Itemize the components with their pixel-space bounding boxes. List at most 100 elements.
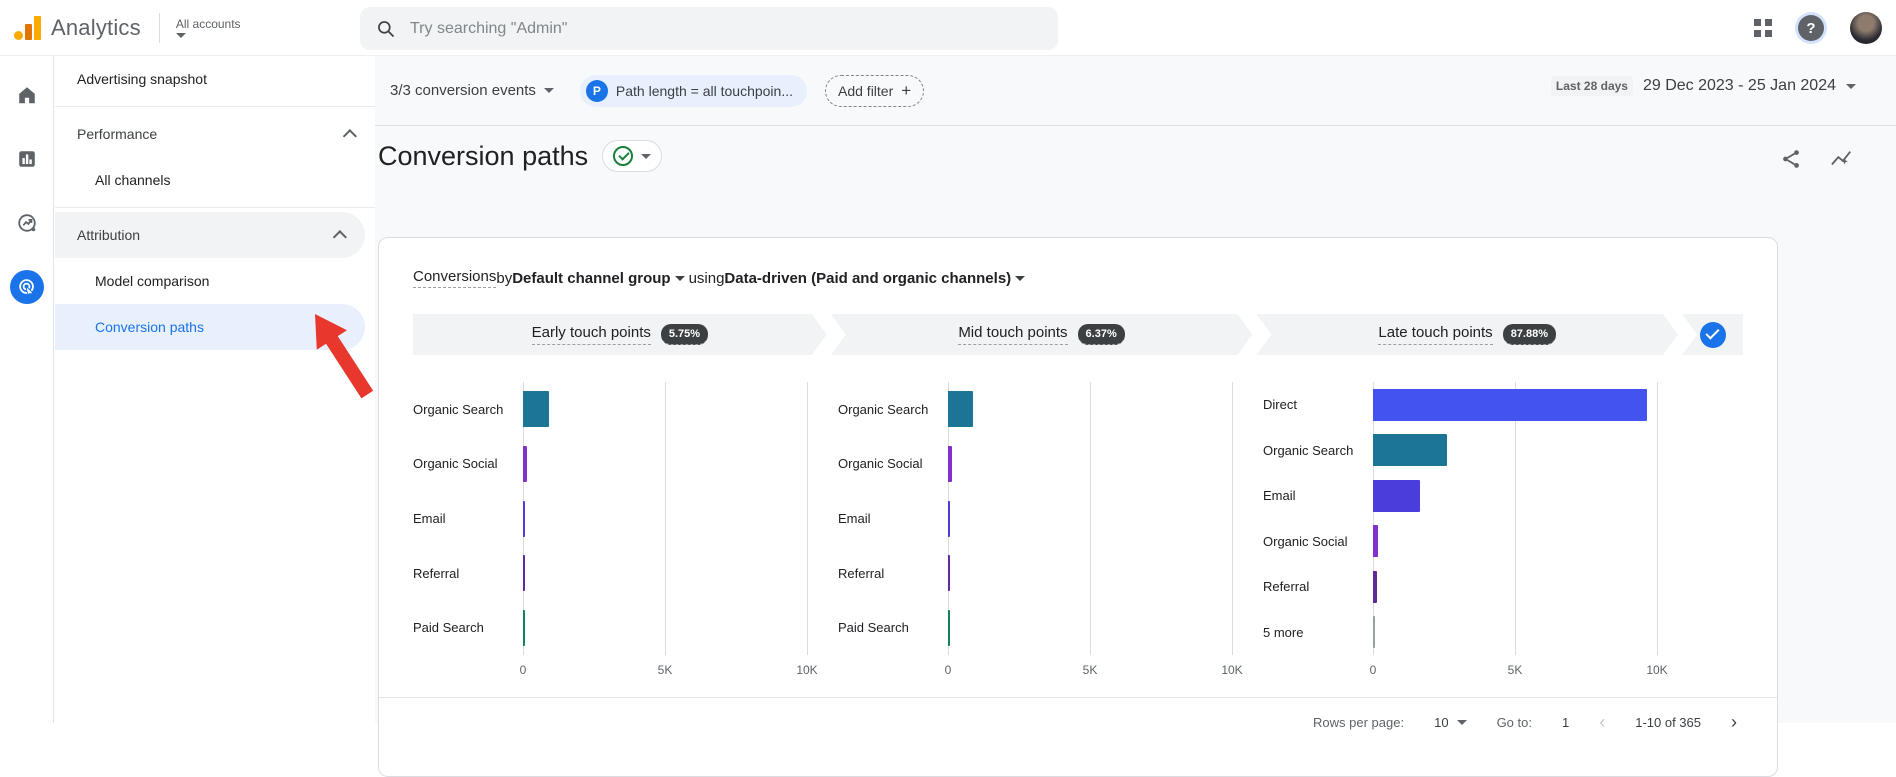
date-range-value: 29 Dec 2023 - 25 Jan 2024 <box>1642 77 1836 94</box>
date-range-picker[interactable]: Last 28 days 29 Dec 2023 - 25 Jan 2024 <box>1550 76 1856 96</box>
bar-organic-social[interactable] <box>948 445 952 482</box>
funnel-select-segment[interactable] <box>1682 314 1744 355</box>
chevron-up-icon <box>342 129 357 144</box>
chevron-down-icon <box>674 275 685 281</box>
sidebar-section-performance[interactable]: Performance <box>55 111 375 157</box>
bar-organic-search[interactable] <box>1373 434 1447 467</box>
bar-email[interactable] <box>523 500 525 537</box>
divider <box>55 207 375 208</box>
reports-icon[interactable] <box>10 142 44 176</box>
chart-category-label: Email <box>838 510 871 526</box>
gridline <box>1373 382 1374 655</box>
chevron-down-icon <box>1015 275 1026 281</box>
mid-touch-points-chart: Organic Search Organic Social Email Referra… <box>838 382 1243 681</box>
mid-touch-points-segment[interactable]: Mid touch points 6.37% <box>831 314 1253 355</box>
x-tick-label: 10K <box>1221 663 1243 677</box>
conversion-events-dropdown[interactable]: 3/3 conversion events <box>390 82 554 99</box>
explore-icon[interactable] <box>10 206 44 240</box>
sidebar: Advertising snapshot Performance All cha… <box>55 56 375 723</box>
avatar[interactable] <box>1850 12 1882 44</box>
bar-referral[interactable] <box>948 555 950 592</box>
bar-referral[interactable] <box>523 555 525 592</box>
search-icon <box>378 20 395 37</box>
bar-organic-search[interactable] <box>948 391 973 428</box>
insights-icon[interactable] <box>1830 148 1854 170</box>
pagination-bar: Rows per page: 10 Go to: 1 ‹ 1-10 of 365… <box>379 698 1777 733</box>
segment-label: Mid touch points <box>958 324 1067 345</box>
x-tick-label: 5K <box>657 663 673 677</box>
help-icon[interactable]: ? <box>1798 15 1824 41</box>
divider <box>158 12 160 43</box>
filter-bar: 3/3 conversion events P Path length = al… <box>375 56 1896 126</box>
google-apps-icon[interactable] <box>1754 19 1772 37</box>
touch-point-funnel: Early touch points 5.75% Mid touch point… <box>413 314 1744 355</box>
main-content: 3/3 conversion events P Path length = al… <box>375 56 1896 777</box>
path-length-chip-icon: P <box>585 79 608 102</box>
chevron-down-icon <box>543 88 554 93</box>
left-icon-rail <box>0 56 54 723</box>
account-label: All accounts <box>175 17 241 31</box>
chevron-up-icon <box>332 230 347 245</box>
bar-paid-search[interactable] <box>948 609 950 646</box>
bar-email[interactable] <box>1373 479 1420 512</box>
date-preset-badge: Last 28 days <box>1550 76 1633 96</box>
plus-icon: + <box>901 80 912 100</box>
chevron-down-icon <box>641 153 652 159</box>
sidebar-item-all-channels[interactable]: All channels <box>55 157 375 203</box>
early-touch-points-segment[interactable]: Early touch points 5.75% <box>413 314 827 355</box>
chart-category-label: Paid Search <box>413 620 484 636</box>
segment-label: Early touch points <box>532 324 651 345</box>
conversion-events-label: 3/3 conversion events <box>390 82 536 99</box>
chart-category-label: Referral <box>838 565 885 581</box>
bar-referral[interactable] <box>1373 570 1377 603</box>
home-icon[interactable] <box>10 78 44 112</box>
divider <box>55 106 375 107</box>
account-switcher[interactable]: All accounts <box>175 17 241 38</box>
sidebar-section-attribution[interactable]: Attribution <box>55 212 365 258</box>
sidebar-item-conversion-paths[interactable]: Conversion paths <box>55 304 365 350</box>
add-filter-label: Add filter <box>838 82 894 99</box>
path-length-chip-label: Path length = all touchpoin... <box>615 82 793 99</box>
sidebar-item-label: Advertising snapshot <box>77 71 207 87</box>
bar-direct[interactable] <box>1373 388 1648 421</box>
add-filter-button[interactable]: Add filter + <box>825 74 925 107</box>
attribution-model-dropdown[interactable]: Data-driven (Paid and organic channels) <box>724 270 1011 287</box>
advertising-icon[interactable] <box>9 270 44 304</box>
chart-category-label: Direct <box>1263 397 1297 413</box>
chart-category-label: 5 more <box>1263 624 1304 640</box>
conversion-paths-card: Conversions by Default channel group usi… <box>378 237 1778 777</box>
gridline <box>1090 382 1091 655</box>
page-title: Conversion paths <box>378 140 589 171</box>
bar-organic-social[interactable] <box>523 445 528 482</box>
search-placeholder: Try searching "Admin" <box>410 19 568 37</box>
early-touch-points-chart: Organic Search Organic Social Email Referra… <box>413 382 818 681</box>
late-touch-points-segment[interactable]: Late touch points 87.88% <box>1256 314 1678 355</box>
late-touch-points-chart: Direct Organic Search Email Organic Social R… <box>1263 382 1668 681</box>
chart-category-label: Organic Search <box>413 401 504 417</box>
x-tick-label: 0 <box>944 663 952 677</box>
metric-label[interactable]: Conversions <box>413 268 497 288</box>
x-tick-label: 10K <box>1646 663 1668 677</box>
bar-organic-social[interactable] <box>1373 525 1378 558</box>
bar-email[interactable] <box>948 500 950 537</box>
gridline <box>1657 382 1658 655</box>
header-text: using <box>688 269 725 287</box>
report-status-dropdown[interactable] <box>602 140 663 172</box>
segment-percentage-badge: 5.75% <box>661 324 708 345</box>
search-input[interactable]: Try searching "Admin" <box>360 7 1058 50</box>
google-analytics-logo-icon[interactable] <box>14 15 41 40</box>
chart-category-label: Email <box>413 510 446 526</box>
dimension-dropdown[interactable]: Default channel group <box>512 270 670 287</box>
sidebar-section-label: Attribution <box>77 227 141 243</box>
bar-5-more[interactable] <box>1373 616 1375 649</box>
segment-percentage-badge: 6.37% <box>1078 324 1125 345</box>
bar-organic-search[interactable] <box>523 391 549 428</box>
bar-paid-search[interactable] <box>523 609 525 646</box>
path-length-filter-chip[interactable]: P Path length = all touchpoin... <box>579 74 807 107</box>
sidebar-item-advertising-snapshot[interactable]: Advertising snapshot <box>55 56 375 102</box>
product-name: Analytics <box>51 14 141 40</box>
chevron-down-icon <box>175 33 186 38</box>
sidebar-item-model-comparison[interactable]: Model comparison <box>55 258 375 304</box>
chevron-down-icon <box>1846 83 1856 89</box>
share-icon[interactable] <box>1780 148 1802 170</box>
